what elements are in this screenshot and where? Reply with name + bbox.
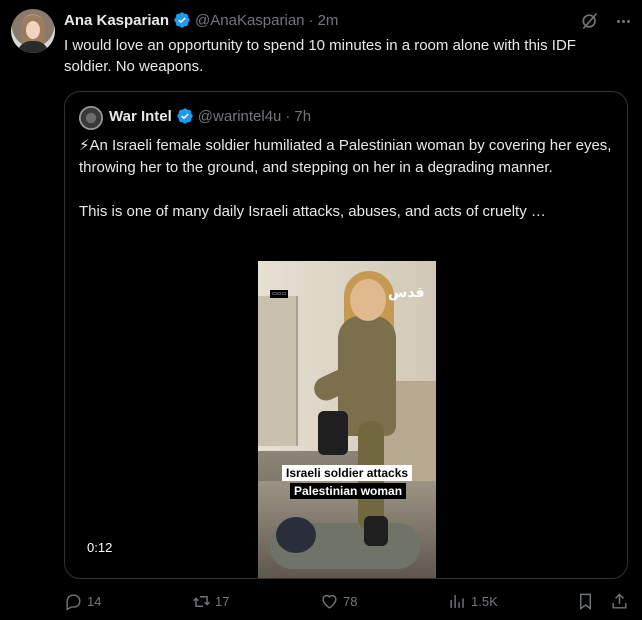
- bookmark-button[interactable]: [576, 592, 595, 611]
- video-watermark-right: قدس: [388, 285, 425, 301]
- repost-icon: [193, 596, 210, 607]
- bookmark-icon: [580, 593, 591, 611]
- quoted-author-avatar: [79, 106, 103, 130]
- repost-button[interactable]: 17: [192, 592, 229, 611]
- tweet-timestamp[interactable]: 2m: [318, 12, 339, 29]
- video-caption-line-2: Palestinian woman: [290, 483, 407, 499]
- views-count: 1.5K: [471, 594, 498, 609]
- reply-icon: [66, 594, 81, 611]
- like-icon: [322, 594, 337, 609]
- views-icon: [450, 595, 464, 608]
- author-handle[interactable]: @AnaKasparian: [195, 12, 304, 29]
- tweet-actions: 14 17 78 1.5K: [64, 592, 634, 616]
- quoted-tweet[interactable]: War Intel @warintel4u · 7h ⚡An Israeli f…: [64, 91, 628, 579]
- verified-badge-icon: [174, 12, 190, 28]
- video-watermark-left: ▭▭▭: [270, 290, 289, 298]
- video-player[interactable]: ▭▭▭ قدس Israeli soldier attacks Palestin…: [258, 261, 436, 578]
- quoted-tweet-text: ⚡An Israeli female soldier humiliated a …: [79, 135, 619, 223]
- verified-badge-icon: [177, 108, 193, 124]
- grok-icon[interactable]: [580, 11, 600, 31]
- separator-dot: ·: [285, 107, 291, 125]
- quoted-author-handle: @warintel4u: [197, 107, 282, 125]
- views-button[interactable]: 1.5K: [448, 592, 498, 611]
- separator-dot: ·: [308, 11, 314, 29]
- video-duration: 0:12: [80, 538, 120, 557]
- quoted-tweet-timestamp: 7h: [294, 107, 312, 125]
- reply-button[interactable]: 14: [64, 592, 101, 611]
- quoted-author-name: War Intel: [109, 107, 172, 125]
- more-icon[interactable]: [612, 10, 634, 32]
- tweet-header: Ana Kasparian @AnaKasparian · 2m: [64, 11, 338, 29]
- video-caption-line-1: Israeli soldier attacks: [282, 465, 413, 481]
- quoted-tweet-paragraph-1: ⚡An Israeli female soldier humiliated a …: [79, 137, 612, 176]
- share-icon: [612, 593, 627, 609]
- share-button[interactable]: [610, 592, 629, 611]
- like-button[interactable]: 78: [320, 592, 357, 611]
- reply-count: 14: [87, 594, 102, 609]
- tweet-text: I would love an opportunity to spend 10 …: [64, 37, 576, 75]
- repost-count: 17: [215, 594, 230, 609]
- like-count: 78: [343, 594, 358, 609]
- author-avatar[interactable]: [11, 9, 55, 53]
- quoted-tweet-header: War Intel @warintel4u · 7h: [109, 107, 311, 125]
- quoted-tweet-paragraph-2: This is one of many daily Israeli attack…: [79, 203, 546, 220]
- author-name[interactable]: Ana Kasparian: [64, 12, 169, 29]
